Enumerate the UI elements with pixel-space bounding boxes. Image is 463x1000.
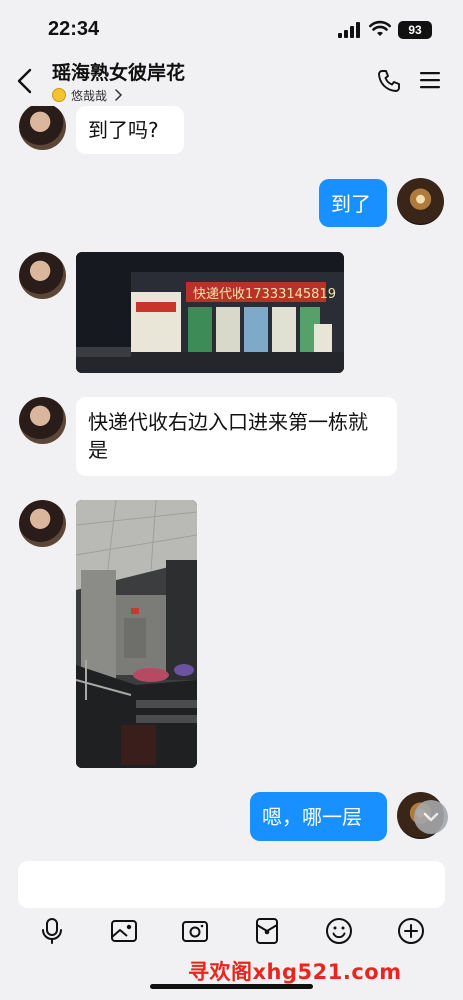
contact-avatar[interactable] (19, 252, 66, 299)
storefront-photo-drawing: 快递代收17333145819 (76, 252, 344, 373)
my-avatar[interactable] (397, 178, 444, 225)
scroll-to-bottom-button[interactable] (414, 800, 448, 834)
menu-icon[interactable] (419, 70, 441, 90)
contact-nickname: 悠哉哉 (71, 88, 108, 103)
composer: 寻欢阁xhg521.com (0, 852, 463, 1000)
storefront-sign-text: 快递代收17333145819 (193, 287, 336, 302)
corridor-photo-drawing (76, 500, 197, 768)
composer-toolbar (0, 916, 463, 952)
status-bar: 22:34 93 (0, 0, 463, 56)
chat-title[interactable]: 瑶海熟女彼岸花 (52, 58, 185, 85)
contact-avatar[interactable] (19, 397, 66, 444)
watermark-text: 寻欢阁xhg521.com (188, 960, 402, 984)
cellular-signal-icon (338, 22, 360, 38)
contact-avatar[interactable] (19, 500, 66, 547)
corridor-photo[interactable] (76, 500, 197, 768)
back-arrow-icon[interactable] (14, 68, 36, 94)
emoji-icon[interactable] (324, 916, 354, 946)
contact-avatar[interactable] (19, 106, 66, 150)
mic-icon[interactable] (37, 916, 67, 946)
plus-icon[interactable] (396, 916, 426, 946)
message-list[interactable]: 到了吗? 到了 快递代收17333145819 快递代收右边入口进来第一栋就是 (0, 106, 463, 852)
image-icon[interactable] (109, 916, 139, 946)
outgoing-text-bubble[interactable]: 嗯，哪一层 (250, 792, 387, 841)
incoming-text-bubble[interactable]: 快递代收右边入口进来第一栋就是 (76, 397, 397, 476)
home-indicator[interactable] (150, 984, 313, 989)
message-input[interactable] (18, 861, 445, 908)
storefront-photo[interactable]: 快递代收17333145819 (76, 252, 344, 373)
outgoing-text-bubble[interactable]: 到了 (319, 179, 387, 227)
contact-subtitle[interactable]: 悠哉哉 (52, 87, 123, 103)
redpacket-icon[interactable] (252, 916, 282, 946)
wifi-icon (369, 20, 391, 36)
chat-header: 瑶海熟女彼岸花 悠哉哉 (0, 56, 463, 106)
smiley-badge-icon (52, 88, 66, 102)
phone-call-icon[interactable] (376, 68, 402, 94)
chevron-right-icon (115, 89, 123, 101)
incoming-text-bubble[interactable]: 到了吗? (76, 106, 184, 154)
status-time: 22:34 (48, 18, 100, 40)
camera-icon[interactable] (180, 916, 210, 946)
battery-indicator: 93 (398, 21, 432, 39)
chevron-down-icon (423, 812, 439, 822)
